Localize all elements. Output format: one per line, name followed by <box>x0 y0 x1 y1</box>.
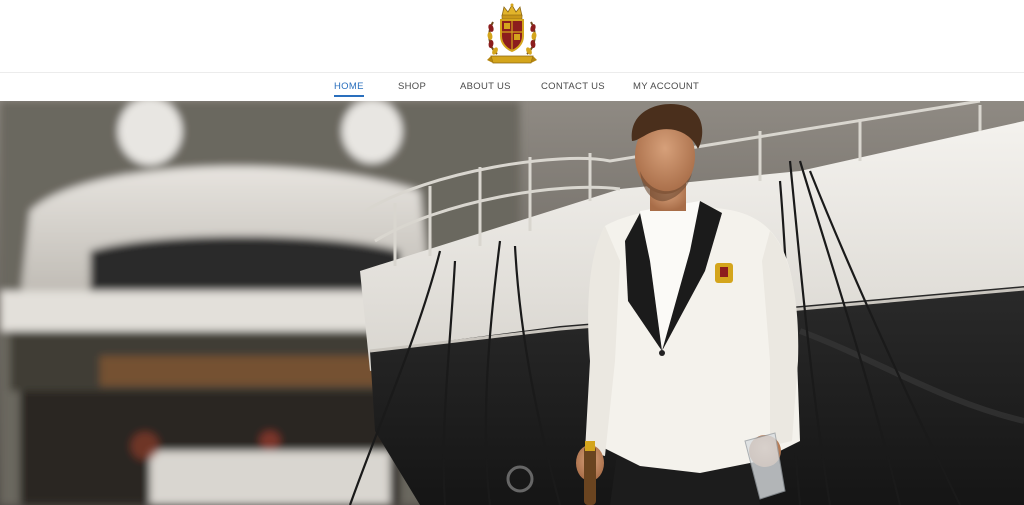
nav-item-about-us[interactable]: ABOUT US <box>460 81 511 101</box>
nav-item-home-label: HOME <box>334 81 364 92</box>
nav-item-contact-us[interactable]: CONTACT US <box>541 81 605 101</box>
nav-active-indicator <box>334 95 364 97</box>
nav-item-about-us-label: ABOUT US <box>460 81 511 92</box>
royal-crest-logo-icon <box>487 3 537 64</box>
main-navigation: HOME SHOP ABOUT US CONTACT US MY ACCOUNT <box>0 72 1024 101</box>
nav-item-shop-label: SHOP <box>398 81 427 92</box>
nav-item-shop[interactable]: SHOP <box>398 81 426 101</box>
nav-item-my-account-label: MY ACCOUNT <box>633 81 700 92</box>
nav-item-home[interactable]: HOME <box>334 81 364 101</box>
hero-photo <box>0 101 1024 505</box>
page: HOME SHOP ABOUT US CONTACT US MY ACCOUNT <box>0 0 1024 505</box>
nav-item-contact-us-label: CONTACT US <box>541 81 605 92</box>
brand-logo[interactable] <box>485 2 539 68</box>
hero-banner <box>0 101 1024 505</box>
site-header <box>0 0 1024 72</box>
nav-item-my-account[interactable]: MY ACCOUNT <box>633 81 699 101</box>
